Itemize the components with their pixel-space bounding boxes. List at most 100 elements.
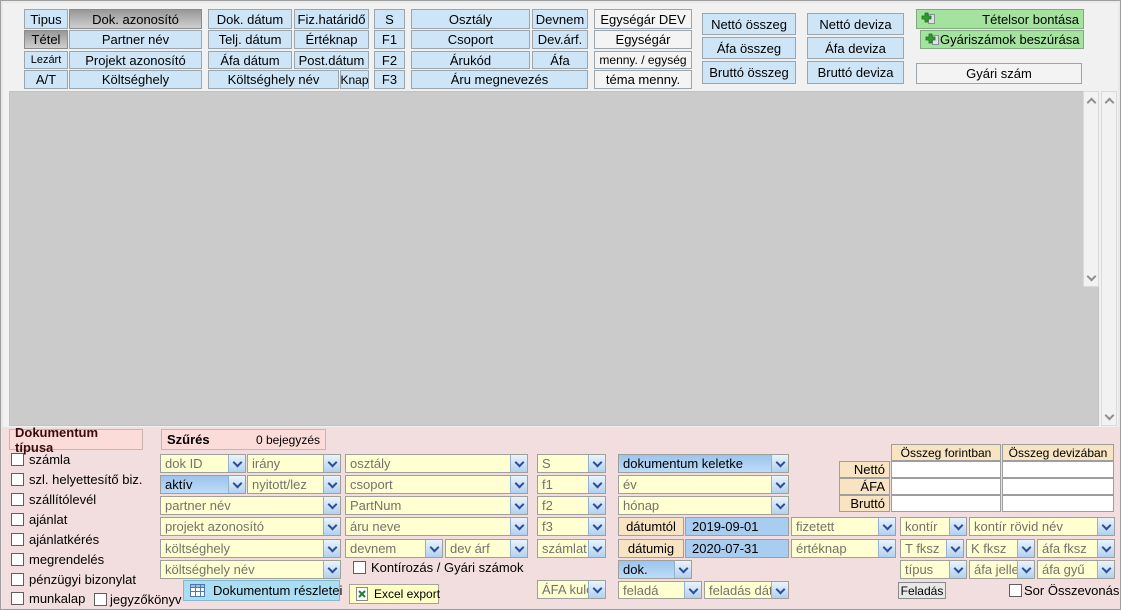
- datumtol-input[interactable]: 2019-09-01: [685, 517, 789, 536]
- col-header-knap[interactable]: Knap: [340, 70, 369, 89]
- filter-csoport-select[interactable]: csoport: [345, 475, 528, 494]
- filter-honap-select[interactable]: hónap: [618, 496, 789, 515]
- tetelsor-bontasa-button[interactable]: Tételsor bontása: [916, 9, 1084, 29]
- col-header-menny-egyseg[interactable]: menny. / egység: [594, 51, 692, 69]
- filter-partnum-select[interactable]: PartNum: [345, 496, 528, 515]
- filter-f2-select[interactable]: f2: [537, 496, 606, 515]
- checkbox-megrendeles[interactable]: [11, 553, 24, 566]
- scroll-up-icon[interactable]: [1102, 92, 1116, 108]
- col-header-koltseghely[interactable]: Költséghely: [69, 70, 202, 89]
- col-header-afa-datum[interactable]: Áfa dátum: [208, 51, 292, 69]
- checkbox-ajanlat[interactable]: [11, 513, 24, 526]
- gyariszamok-beszurasa-button[interactable]: Gyáriszámok beszúrása: [920, 30, 1084, 49]
- col-header-csoport[interactable]: Csoport: [411, 30, 530, 49]
- filter-projekt-azonosito-select[interactable]: projekt azonosító: [160, 517, 341, 536]
- col-header-tetel[interactable]: Tétel: [24, 30, 68, 49]
- col-header-netto-deviza[interactable]: Nettó deviza: [807, 13, 904, 35]
- checkbox-kontirozas[interactable]: [353, 561, 366, 574]
- col-header-devnem[interactable]: Devnem: [532, 9, 588, 29]
- col-header-lezart[interactable]: Lezárt: [24, 51, 68, 69]
- filter-feladas-datum-select[interactable]: feladás dát: [704, 581, 789, 599]
- filter-f1-select[interactable]: f1: [537, 475, 606, 494]
- col-header-brutto-deviza[interactable]: Bruttó deviza: [807, 61, 904, 84]
- filter-f3-select[interactable]: f3: [537, 517, 606, 536]
- col-header-egysegar[interactable]: Egységár: [594, 30, 692, 49]
- filter-afa-gyujto-select[interactable]: áfa gyű: [1037, 560, 1115, 579]
- filter-koltseghely-select[interactable]: költséghely: [160, 539, 341, 558]
- gyari-szam-button[interactable]: Gyári szám: [916, 63, 1082, 84]
- filter-ev-select[interactable]: év: [618, 475, 789, 494]
- col-header-egysegar-dev[interactable]: Egységár DEV: [594, 9, 692, 29]
- grid-vertical-scrollbar-left[interactable]: [1083, 91, 1099, 287]
- col-header-s[interactable]: S: [374, 9, 405, 29]
- col-header-f2[interactable]: F2: [374, 51, 405, 69]
- scroll-down-icon[interactable]: [1084, 270, 1098, 286]
- col-header-brutto-osszeg[interactable]: Bruttó összeg: [702, 61, 796, 84]
- filter-osztaly-select[interactable]: osztály: [345, 454, 528, 473]
- col-header-osztaly[interactable]: Osztály: [411, 9, 530, 29]
- col-header-afa[interactable]: Áfa: [532, 51, 588, 69]
- col-header-telj-datum[interactable]: Telj. dátum: [208, 30, 292, 49]
- col-header-tipus[interactable]: Tipus: [24, 9, 68, 29]
- filter-devnem-select[interactable]: devnem: [345, 539, 443, 558]
- filter-aru-neve-select[interactable]: áru neve: [345, 517, 528, 536]
- feladas-button[interactable]: Feladás: [898, 582, 946, 599]
- filter-felada-select[interactable]: feladá: [618, 581, 702, 599]
- scroll-down-icon[interactable]: [1102, 409, 1116, 425]
- filter-k-fksz-select[interactable]: K fksz: [966, 539, 1035, 558]
- filter-kontir-rovid-nev-select[interactable]: kontír rövid név: [969, 517, 1115, 536]
- chevron-down-icon: [878, 540, 895, 557]
- filter-partner-nev-select[interactable]: partner név: [160, 496, 341, 515]
- filter-dok-id-select[interactable]: dok ID: [160, 454, 246, 473]
- col-header-post-datum[interactable]: Post.dátum: [294, 51, 369, 69]
- col-header-afa-osszeg[interactable]: Áfa összeg: [702, 37, 796, 59]
- filter-szamlat-select[interactable]: számlat: [537, 539, 606, 558]
- filter-kontir-select[interactable]: kontír: [900, 517, 967, 536]
- col-header-koltseghely-nev[interactable]: Költséghely név: [208, 70, 339, 89]
- col-header-partner-nev[interactable]: Partner név: [69, 30, 202, 49]
- filter-aktiv-select[interactable]: aktív: [160, 475, 246, 494]
- checkbox-penzugyi-bizonylat[interactable]: [11, 573, 24, 586]
- filter-irany-select[interactable]: irány: [247, 454, 341, 473]
- dokumentum-reszletei-button[interactable]: Dokumentum részletei: [183, 580, 340, 601]
- document-grid[interactable]: [9, 91, 1099, 426]
- col-header-at[interactable]: A/T: [24, 70, 68, 89]
- checkbox-ajanlatkeres[interactable]: [11, 533, 24, 546]
- grid-vertical-scrollbar-right[interactable]: [1101, 91, 1117, 426]
- col-header-arukod[interactable]: Árukód: [411, 51, 530, 69]
- excel-export-button[interactable]: Excel export: [349, 584, 439, 604]
- col-header-dok-datum[interactable]: Dok. dátum: [208, 9, 292, 29]
- filter-koltseghely-nev-select[interactable]: költséghely név: [160, 560, 341, 579]
- checkbox-szallitolevel[interactable]: [11, 493, 24, 506]
- col-header-f3[interactable]: F3: [374, 70, 405, 89]
- scroll-up-icon[interactable]: [1084, 92, 1098, 108]
- filter-s-select[interactable]: S: [537, 454, 606, 473]
- checkbox-szamla[interactable]: [11, 453, 24, 466]
- filter-tipus-select[interactable]: típus: [900, 560, 967, 579]
- col-header-fiz-hatarido[interactable]: Fiz.határidő: [294, 9, 369, 29]
- col-header-projekt-azonosito[interactable]: Projekt azonosító: [69, 51, 202, 69]
- col-header-erteknap[interactable]: Értéknap: [294, 30, 369, 49]
- checkbox-szl-helyettesito[interactable]: [11, 473, 24, 486]
- col-header-aru-megnevezes[interactable]: Áru megnevezés: [411, 70, 588, 89]
- checkbox-jegyzokonyv[interactable]: [94, 593, 107, 606]
- filter-fizetett-select[interactable]: fizetett: [791, 517, 896, 536]
- filter-erteknap-select[interactable]: értéknap: [791, 539, 896, 558]
- col-header-tema-menny[interactable]: téma menny.: [594, 70, 692, 89]
- col-header-f1[interactable]: F1: [374, 30, 405, 49]
- filter-dok-select[interactable]: dok.: [618, 560, 692, 579]
- checkbox-sor-osszevonas[interactable]: [1009, 584, 1022, 597]
- col-header-dev-arf[interactable]: Dev.árf.: [532, 30, 588, 49]
- filter-t-fksz-select[interactable]: T fksz: [900, 539, 964, 558]
- filter-afa-kulcs-select[interactable]: ÁFA kulc: [537, 580, 606, 599]
- filter-nyitott-lezart-select[interactable]: nyitott/lez: [247, 475, 341, 494]
- col-header-afa-deviza[interactable]: Áfa deviza: [807, 37, 904, 59]
- checkbox-munkalap[interactable]: [11, 592, 24, 605]
- col-header-netto-osszeg[interactable]: Nettó összeg: [702, 13, 796, 35]
- filter-afa-fksz-select[interactable]: áfa fksz: [1037, 539, 1115, 558]
- filter-afa-jelleg-select[interactable]: áfa jelle: [969, 560, 1035, 579]
- datumig-input[interactable]: 2020-07-31: [685, 539, 789, 558]
- filter-dev-arf-select[interactable]: dev árf: [445, 539, 528, 558]
- col-header-dok-azonosito[interactable]: Dok. azonosító: [69, 9, 202, 29]
- filter-dok-keletkezes-select[interactable]: dokumentum keletke: [618, 454, 789, 473]
